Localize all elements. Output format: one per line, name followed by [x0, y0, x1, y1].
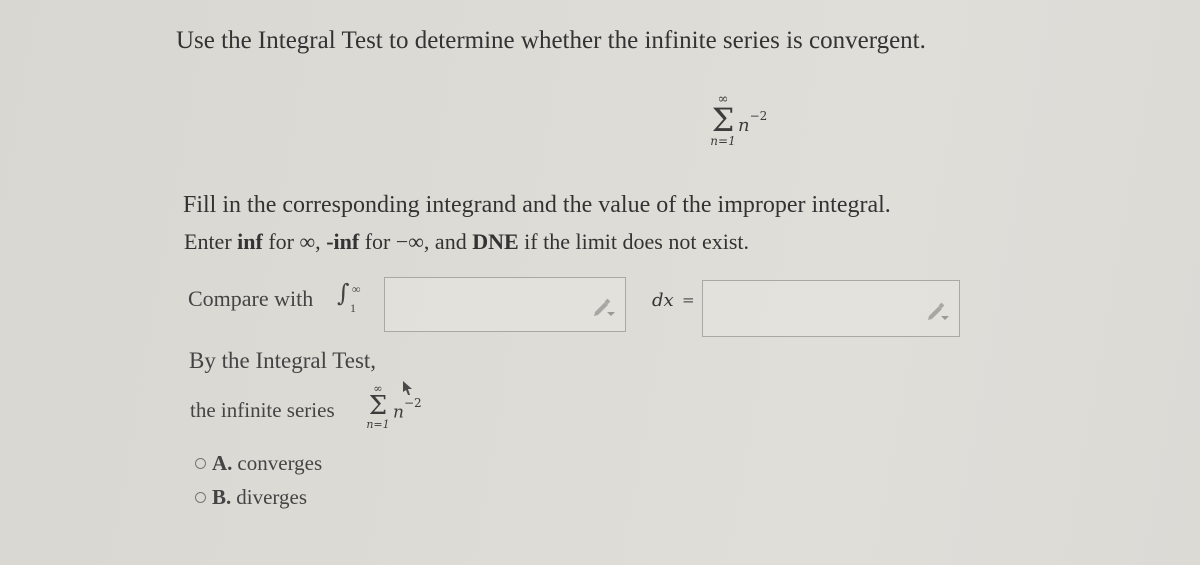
sigma-symbol: Σ: [711, 101, 735, 139]
pencil-dropdown-icon[interactable]: [925, 300, 951, 322]
pencil-dropdown-icon[interactable]: [591, 296, 617, 318]
instruction-line-1: Fill in the corresponding integrand and …: [183, 192, 891, 218]
question-title: Use the Integral Test to determine wheth…: [176, 27, 926, 54]
instr-text: for ∞,: [262, 229, 327, 254]
radio-button[interactable]: [195, 458, 206, 469]
instr-dne: DNE: [472, 229, 519, 254]
by-integral-test-label: By the Integral Test,: [189, 348, 377, 373]
instr-neg-inf: -inf: [326, 229, 360, 254]
radio-button[interactable]: [195, 492, 206, 503]
integrand-input[interactable]: [384, 277, 626, 332]
mouse-cursor-icon: [403, 381, 412, 395]
series-sum: ∞ Σ n=1: [708, 93, 738, 148]
instruction-line-2: Enter inf for ∞, -inf for −∞, and DNE if…: [184, 229, 749, 255]
series-lower-limit: n=1: [366, 418, 390, 431]
series-lower-limit: n=1: [710, 134, 736, 148]
instr-inf: inf: [237, 229, 263, 254]
instr-text: if the limit does not exist.: [518, 229, 750, 254]
series-term: n−2: [738, 109, 767, 136]
term-base: n: [393, 402, 404, 423]
option-b-diverges[interactable]: B. diverges: [195, 485, 307, 510]
conclusion-series-sum: ∞ Σ n=1: [366, 383, 390, 432]
option-text: converges: [237, 451, 323, 475]
dx-label: dx: [652, 290, 674, 311]
sigma-symbol: Σ: [368, 391, 388, 421]
integral-lower-limit: 1: [350, 301, 356, 315]
instr-text: Enter: [184, 229, 238, 254]
integral-value-input[interactable]: [702, 280, 960, 337]
term-exponent: −2: [403, 396, 422, 410]
option-letter: B.: [212, 485, 232, 509]
option-text: diverges: [236, 485, 308, 509]
instr-text: for −∞, and: [359, 229, 473, 254]
term-base: n: [738, 115, 750, 136]
infinite-series-label: the infinite series: [190, 398, 335, 422]
term-exponent: −2: [749, 109, 768, 123]
compare-label: Compare with: [188, 286, 314, 311]
conclusion-series-term: n−2: [393, 396, 422, 423]
integral-sign: ∫: [337, 279, 350, 307]
option-a-converges[interactable]: A. converges: [195, 451, 322, 476]
equals-sign: =: [682, 291, 695, 309]
integral-upper-limit: ∞: [352, 282, 361, 296]
option-letter: A.: [212, 451, 233, 475]
